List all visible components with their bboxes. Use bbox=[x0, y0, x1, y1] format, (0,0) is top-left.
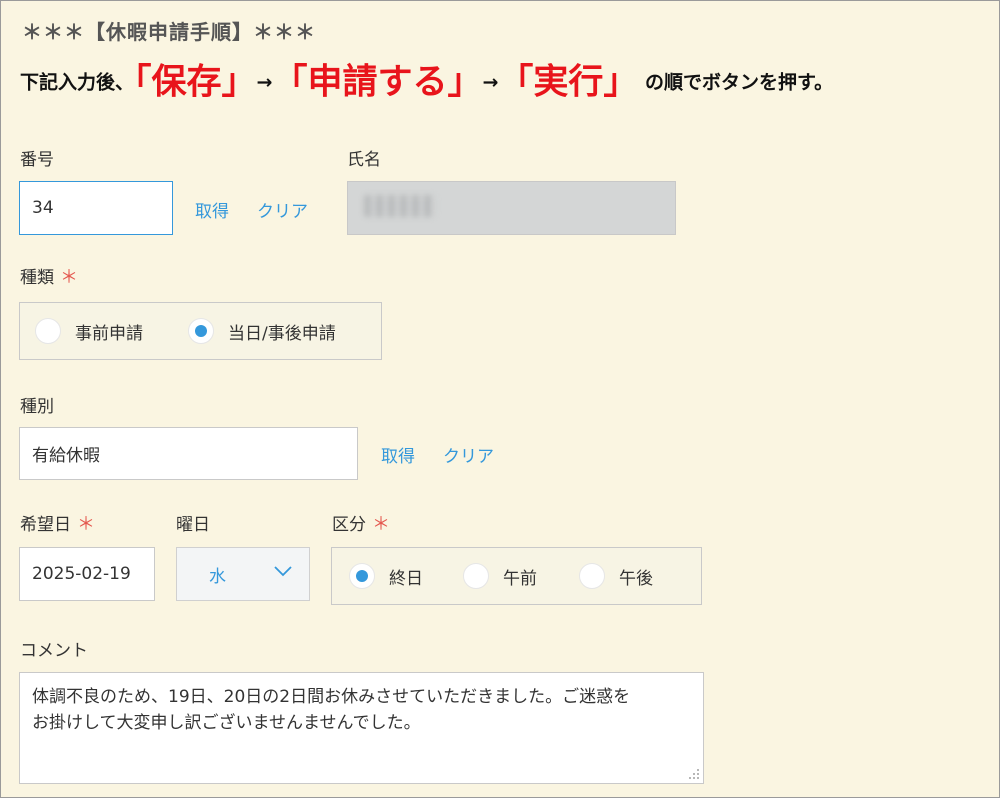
division-option-label: 午後 bbox=[619, 568, 653, 589]
division-label: 区分 ＊ bbox=[332, 510, 390, 536]
instructions-prefix: 下記入力後、 bbox=[20, 71, 135, 94]
resize-grip-icon[interactable] bbox=[688, 768, 700, 780]
category-input[interactable]: 有給休暇 bbox=[19, 427, 358, 480]
instructions-steps: 下記入力後、「保存」→「申請する」→「実行」 の順でボタンを押す。 bbox=[20, 58, 833, 106]
desired-date-value: 2025-02-19 bbox=[32, 564, 131, 584]
type-option-sameday[interactable]: 当日/事後申請 bbox=[188, 303, 336, 359]
step-execute: 「実行」 bbox=[498, 62, 639, 103]
radio-unchecked-icon[interactable] bbox=[35, 318, 61, 344]
radio-checked-icon[interactable] bbox=[188, 318, 214, 344]
number-input[interactable]: 34 bbox=[19, 181, 173, 235]
instructions-heading: ＊＊＊【休暇申請手順】＊＊＊ bbox=[22, 20, 316, 44]
type-option-label: 事前申請 bbox=[75, 323, 143, 344]
number-get-link[interactable]: 取得 bbox=[195, 197, 229, 222]
division-radio-group: 終日 午前 午後 bbox=[331, 547, 702, 605]
type-option-label: 当日/事後申請 bbox=[228, 323, 336, 344]
desired-date-input[interactable]: 2025-02-19 bbox=[19, 547, 155, 601]
number-clear-link[interactable]: クリア bbox=[257, 197, 308, 222]
desired-date-required-mark: ＊ bbox=[77, 514, 95, 535]
division-option-allday[interactable]: 終日 bbox=[349, 548, 423, 604]
division-label-text: 区分 bbox=[332, 515, 366, 535]
desired-date-label: 希望日 ＊ bbox=[20, 510, 95, 536]
comment-textarea[interactable]: 体調不良のため、19日、20日の2日間お休みさせていただきました。ご迷惑を お掛… bbox=[19, 672, 704, 784]
division-option-afternoon[interactable]: 午後 bbox=[579, 548, 653, 604]
category-get-link[interactable]: 取得 bbox=[381, 442, 415, 467]
type-radio-group: 事前申請 当日/事後申請 bbox=[19, 302, 382, 360]
radio-unchecked-icon[interactable] bbox=[579, 563, 605, 589]
division-option-morning[interactable]: 午前 bbox=[463, 548, 537, 604]
number-value: 34 bbox=[32, 198, 54, 218]
type-label: 種類 ＊ bbox=[20, 263, 78, 289]
desired-date-label-text: 希望日 bbox=[20, 515, 71, 535]
arrow-1: → bbox=[256, 71, 273, 94]
step-apply: 「申請する」 bbox=[272, 62, 483, 103]
type-option-advance[interactable]: 事前申請 bbox=[35, 303, 143, 359]
division-option-label: 終日 bbox=[389, 568, 423, 589]
number-label: 番号 bbox=[20, 150, 54, 170]
category-label: 種別 bbox=[20, 397, 54, 417]
chevron-down-icon bbox=[274, 566, 292, 577]
division-required-mark: ＊ bbox=[372, 514, 390, 535]
category-clear-link[interactable]: クリア bbox=[443, 442, 494, 467]
step-save: 「保存」 bbox=[134, 62, 257, 103]
instructions-suffix: の順でボタンを押す。 bbox=[638, 71, 834, 94]
arrow-2: → bbox=[482, 71, 499, 94]
comment-line: 体調不良のため、19日、20日の2日間お休みさせていただきました。ご迷惑を bbox=[32, 687, 631, 707]
comment-label: コメント bbox=[20, 641, 88, 661]
redacted-name bbox=[364, 195, 436, 217]
name-label: 氏名 bbox=[347, 150, 381, 170]
weekday-select[interactable]: 水 bbox=[176, 547, 310, 601]
weekday-label: 曜日 bbox=[176, 515, 210, 535]
type-required-mark: ＊ bbox=[60, 267, 78, 288]
type-label-text: 種類 bbox=[20, 268, 54, 288]
category-value: 有給休暇 bbox=[32, 446, 100, 466]
comment-line: お掛けして大変申し訳ございませんませんでした。 bbox=[32, 713, 421, 733]
weekday-value: 水 bbox=[209, 567, 226, 587]
division-option-label: 午前 bbox=[503, 568, 537, 589]
radio-unchecked-icon[interactable] bbox=[463, 563, 489, 589]
name-field bbox=[347, 181, 676, 235]
radio-checked-icon[interactable] bbox=[349, 563, 375, 589]
